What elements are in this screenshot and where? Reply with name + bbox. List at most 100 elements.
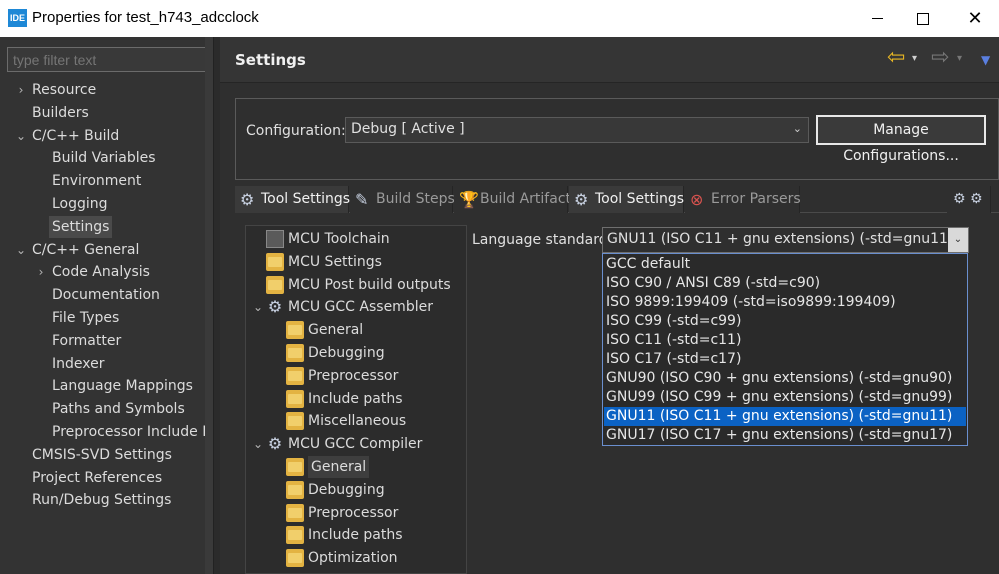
language-standard-dropdown-list: GCC default ISO C90 / ANSI C89 (-std=c90)…: [602, 253, 968, 446]
tool-tree-item[interactable]: Debugging: [308, 342, 385, 364]
pane-divider[interactable]: [213, 37, 220, 574]
tab-build-steps[interactable]: ✎ Build Steps: [350, 186, 455, 213]
settings-header: Settings ⇦ ▾ ⇨ ▾ ▼: [220, 37, 999, 83]
tool-tree-item[interactable]: Include paths: [308, 524, 403, 546]
folder-icon: [286, 366, 304, 385]
folder-icon: [286, 412, 304, 431]
sidebar-item[interactable]: CMSIS-SVD Settings: [32, 444, 172, 466]
sidebar-item[interactable]: Resource: [32, 79, 96, 101]
sidebar-item[interactable]: C/C++ Build: [32, 125, 119, 147]
folder-icon: [266, 275, 284, 294]
maximize-button[interactable]: [900, 0, 946, 37]
sidebar-item[interactable]: Paths and Symbols: [52, 398, 185, 420]
tool-tree-item[interactable]: Include paths: [308, 388, 403, 410]
language-option[interactable]: GNU90 (ISO C90 + gnu extensions) (-std=g…: [604, 369, 966, 388]
page-title: Settings: [235, 51, 306, 69]
tool-tree-item[interactable]: MCU GCC Assembler: [288, 296, 433, 318]
language-option[interactable]: GNU17 (ISO C17 + gnu extensions) (-std=g…: [604, 426, 966, 445]
tool-tree-item[interactable]: MCU Settings: [288, 251, 382, 273]
sidebar-item[interactable]: Language Mappings: [52, 375, 193, 397]
language-option[interactable]: ISO C99 (-std=c99): [604, 312, 966, 331]
tool-tree-item[interactable]: General: [308, 456, 370, 478]
folder-icon: [286, 503, 304, 522]
tool-tree-item[interactable]: General: [308, 319, 363, 341]
sidebar-item[interactable]: Settings: [49, 215, 113, 238]
tool-tree-item[interactable]: MCU Post build outputs: [288, 274, 451, 296]
expand-toggle-icon[interactable]: ⌄: [252, 296, 264, 318]
properties-sidebar: ›ResourceBuilders⌄C/C++ BuildBuild Varia…: [0, 37, 233, 574]
configuration-select[interactable]: Debug [ Active ] ⌄: [345, 117, 809, 143]
close-button[interactable]: ✕: [952, 0, 998, 37]
close-icon: ✕: [967, 8, 983, 29]
trophy-icon: 🏆: [459, 190, 479, 209]
filter-input[interactable]: [7, 47, 206, 72]
sidebar-item[interactable]: Run/Debug Settings: [32, 489, 171, 511]
expand-toggle-icon[interactable]: ›: [15, 79, 27, 101]
folder-icon: [286, 389, 304, 408]
view-menu-icon[interactable]: ▼: [981, 53, 990, 67]
sidebar-item[interactable]: Formatter: [52, 330, 121, 352]
tool-tree-item[interactable]: Debugging: [308, 479, 385, 501]
tool-tree-item[interactable]: MCU GCC Compiler: [288, 433, 422, 455]
folder-icon: [286, 344, 304, 362]
hammer-icon: ✎: [355, 190, 369, 209]
expand-toggle-icon[interactable]: ›: [35, 261, 47, 283]
sidebar-item[interactable]: File Types: [52, 307, 119, 329]
language-option[interactable]: ISO 9899:199409 (-std=iso9899:199409): [604, 293, 966, 312]
sidebar-item[interactable]: Indexer: [52, 353, 104, 375]
sidebar-item[interactable]: Build Variables: [52, 147, 156, 169]
tab-error-parsers[interactable]: ⊗ Error Parsers: [685, 186, 801, 213]
sidebar-item[interactable]: Logging: [52, 193, 108, 215]
language-option[interactable]: ISO C11 (-std=c11): [604, 331, 966, 350]
language-option[interactable]: GNU99 (ISO C99 + gnu extensions) (-std=g…: [604, 388, 966, 407]
language-standard-value: GNU11 (ISO C11 + gnu extensions) (-std=g…: [607, 231, 954, 247]
tab-tool-settings[interactable]: ⚙ Tool Settings: [569, 186, 684, 213]
language-standard-label: Language standard: [472, 232, 608, 248]
forward-arrow-icon[interactable]: ⇨: [931, 47, 949, 69]
sidebar-item[interactable]: Builders: [32, 102, 89, 124]
more-tabs-icon[interactable]: ⚙ ⚙: [947, 186, 991, 213]
configuration-value: Debug [ Active ]: [351, 121, 465, 137]
tab-build-artifact[interactable]: 🏆 Build Artifact: [454, 186, 571, 213]
folder-icon: [286, 458, 304, 476]
gear-icon: ⚙: [267, 434, 283, 454]
language-option[interactable]: ISO C90 / ANSI C89 (-std=c90): [604, 274, 966, 293]
tab-label: Tool Settings: [595, 191, 685, 207]
tab-label: Build Artifact: [480, 191, 571, 207]
tool-settings-tree: MCU Toolchain MCU Settings MCU Post build …: [245, 225, 467, 574]
tool-tree-item[interactable]: Miscellaneous: [308, 410, 406, 432]
back-arrow-icon[interactable]: ⇦: [887, 47, 905, 69]
window-titlebar: IDE Properties for test_h743_adcclock ✕: [0, 0, 999, 37]
sidebar-item[interactable]: C/C++ General: [32, 239, 139, 261]
sidebar-item[interactable]: Code Analysis: [52, 261, 150, 283]
expand-toggle-icon[interactable]: ⌄: [15, 239, 27, 261]
expand-toggle-icon[interactable]: ⌄: [15, 125, 27, 147]
tool-tree-item[interactable]: Optimization: [308, 547, 398, 569]
maximize-icon: [917, 12, 929, 25]
language-option[interactable]: ISO C17 (-std=c17): [604, 350, 966, 369]
gear-icon: ⚙: [267, 297, 283, 317]
chevron-down-icon[interactable]: ⌄: [948, 228, 968, 252]
tool-tree-item[interactable]: Preprocessor: [308, 502, 398, 524]
expand-toggle-icon[interactable]: ⌄: [252, 433, 264, 455]
folder-icon: [286, 549, 304, 568]
sidebar-scrollbar[interactable]: [205, 37, 213, 574]
gear-icon: ⚙: [240, 190, 255, 209]
back-history-dropdown-icon[interactable]: ▾: [912, 53, 917, 64]
forward-history-dropdown-icon[interactable]: ▾: [957, 53, 962, 64]
settings-tabs: ⚙ Tool Settings ✎ Build Steps 🏆 Build Artifac…: [235, 186, 999, 213]
language-option[interactable]: GCC default: [604, 255, 966, 274]
sidebar-item[interactable]: Documentation: [52, 284, 160, 306]
manage-configurations-button[interactable]: Manage Configurations...: [816, 115, 986, 164]
gear-icon: ⚙: [574, 190, 589, 209]
folder-icon: [286, 321, 304, 340]
sidebar-item[interactable]: Project References: [32, 467, 162, 489]
sidebar-item[interactable]: Environment: [52, 170, 141, 192]
tool-tree-item[interactable]: MCU Toolchain: [288, 228, 390, 250]
tab-tool-settings[interactable]: ⚙ Tool Settings: [235, 186, 350, 213]
chevron-down-icon: ⌄: [792, 122, 802, 135]
language-option[interactable]: GNU11 (ISO C11 + gnu extensions) (-std=g…: [604, 407, 966, 426]
language-standard-select[interactable]: GNU11 (ISO C11 + gnu extensions) (-std=g…: [602, 227, 969, 253]
minimize-button[interactable]: [854, 0, 900, 37]
tool-tree-item[interactable]: Preprocessor: [308, 365, 398, 387]
